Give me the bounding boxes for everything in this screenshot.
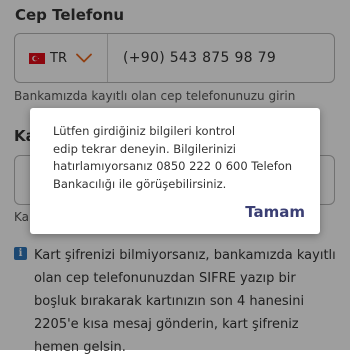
ok-button[interactable]: Tamam [245,203,305,221]
dialog-message-line: edip tekrar deneyin. Bilgilerinizi [53,141,236,156]
dialog-message-line: hatırlamıyorsanız 0850 222 0 600 Telefon [53,159,293,173]
dialog-message: Lütfen girdiğiniz bilgileri kontrol edip… [53,123,313,193]
dialog-message-line: Lütfen girdiğiniz bilgileri kontrol [53,124,236,138]
alert-dialog: Lütfen girdiğiniz bilgileri kontrol edip… [30,108,320,234]
dialog-message-line: Bankacılığı ile görüşebilirsiniz. [53,176,227,191]
